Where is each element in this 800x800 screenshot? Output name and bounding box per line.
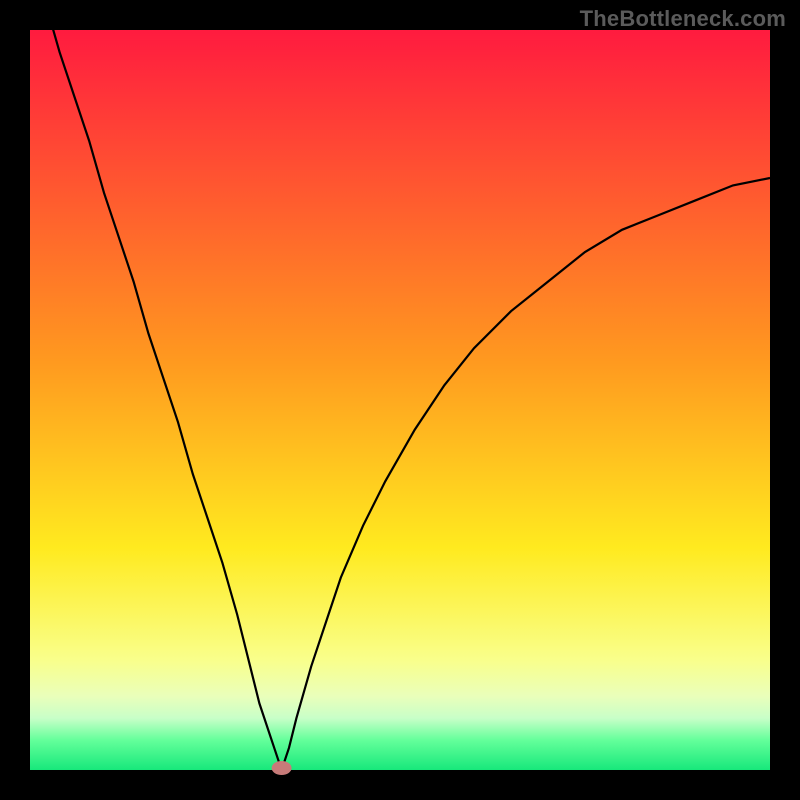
minimum-marker (272, 761, 292, 775)
chart-svg (0, 0, 800, 800)
chart-frame: { "watermark": "TheBottleneck.com", "cha… (0, 0, 800, 800)
watermark-text: TheBottleneck.com (580, 6, 786, 32)
plot-background (30, 30, 770, 770)
